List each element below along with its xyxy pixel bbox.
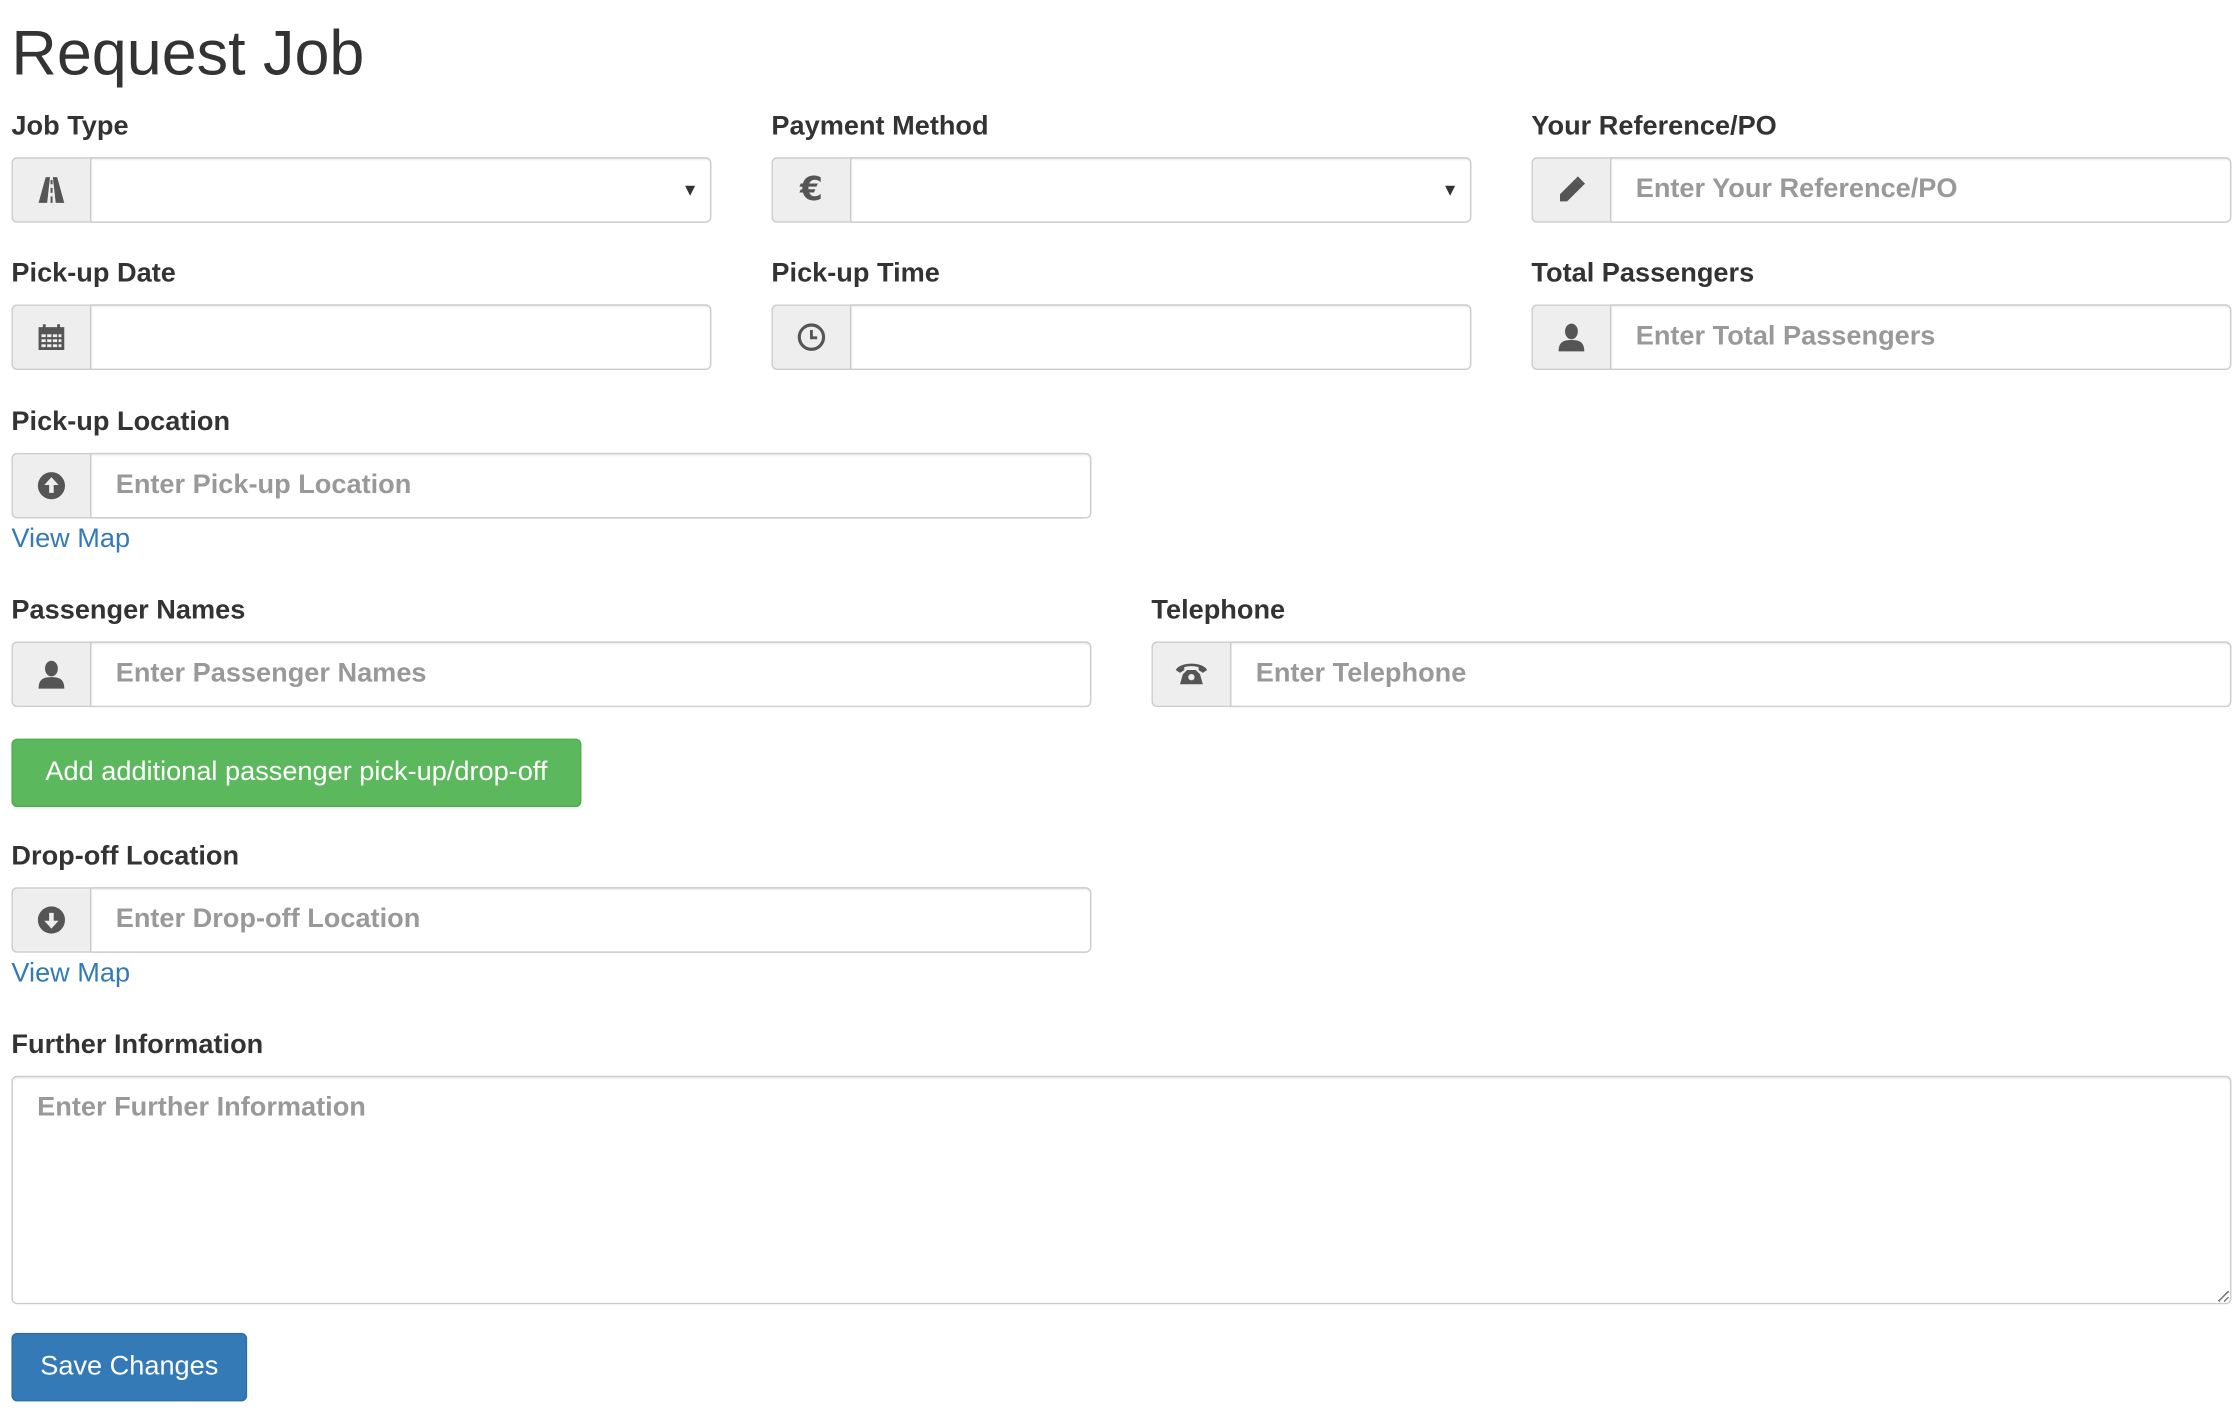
reference-group xyxy=(1531,157,2232,223)
payment-method-group: € ▼ xyxy=(771,157,1472,223)
add-additional-stop-button[interactable]: Add additional passenger pick-up/drop-of… xyxy=(11,738,582,808)
passenger-names-input[interactable] xyxy=(89,641,1092,708)
total-passengers-label: Total Passengers xyxy=(1531,258,1755,289)
pickup-date-input[interactable] xyxy=(89,304,712,370)
job-type-label: Job Type xyxy=(11,111,129,142)
passenger-names-label: Passenger Names xyxy=(11,595,246,626)
chevron-down-icon: ▼ xyxy=(681,179,699,200)
road-icon xyxy=(11,157,90,223)
total-passengers-group xyxy=(1531,304,2232,370)
save-changes-button[interactable]: Save Changes xyxy=(11,1332,248,1402)
dropoff-view-map-link[interactable]: View Map xyxy=(11,957,130,991)
job-type-group: ▼ xyxy=(11,157,712,223)
phone-alt-icon xyxy=(1151,641,1230,708)
pickup-location-group xyxy=(11,452,1092,519)
pencil-icon xyxy=(1531,157,1610,223)
request-job-form: Request Job Job Type ▼ Payment Method € … xyxy=(0,0,2240,1419)
pickup-date-group xyxy=(11,304,712,370)
pickup-date-label: Pick-up Date xyxy=(11,258,176,289)
circle-arrow-up-icon xyxy=(11,452,90,519)
euro-icon: € xyxy=(771,157,850,223)
pickup-location-label: Pick-up Location xyxy=(11,407,231,438)
reference-input[interactable] xyxy=(1609,157,2232,223)
pickup-time-group xyxy=(771,304,1472,370)
payment-method-label: Payment Method xyxy=(771,111,989,142)
further-information-textarea[interactable] xyxy=(11,1075,2232,1305)
telephone-input[interactable] xyxy=(1229,641,2232,708)
user-icon xyxy=(11,641,90,708)
dropoff-location-label: Drop-off Location xyxy=(11,841,240,872)
page-title: Request Job xyxy=(11,18,365,89)
telephone-label: Telephone xyxy=(1151,595,1286,626)
user-icon xyxy=(1531,304,1610,370)
job-type-select[interactable]: ▼ xyxy=(89,157,712,223)
passenger-names-group xyxy=(11,641,1092,708)
chevron-down-icon: ▼ xyxy=(1441,179,1459,200)
total-passengers-input[interactable] xyxy=(1609,304,2232,370)
calendar-icon xyxy=(11,304,90,370)
payment-method-select[interactable]: ▼ xyxy=(849,157,1472,223)
circle-arrow-down-icon xyxy=(11,887,90,953)
reference-label: Your Reference/PO xyxy=(1531,111,1777,142)
dropoff-location-input[interactable] xyxy=(89,887,1092,953)
clock-icon xyxy=(771,304,850,370)
pickup-view-map-link[interactable]: View Map xyxy=(11,523,130,557)
telephone-group xyxy=(1151,641,2232,708)
pickup-location-input[interactable] xyxy=(89,452,1092,519)
pickup-time-label: Pick-up Time xyxy=(771,258,940,289)
further-information-label: Further Information xyxy=(11,1029,264,1060)
pickup-time-input[interactable] xyxy=(849,304,1472,370)
dropoff-location-group xyxy=(11,887,1092,953)
